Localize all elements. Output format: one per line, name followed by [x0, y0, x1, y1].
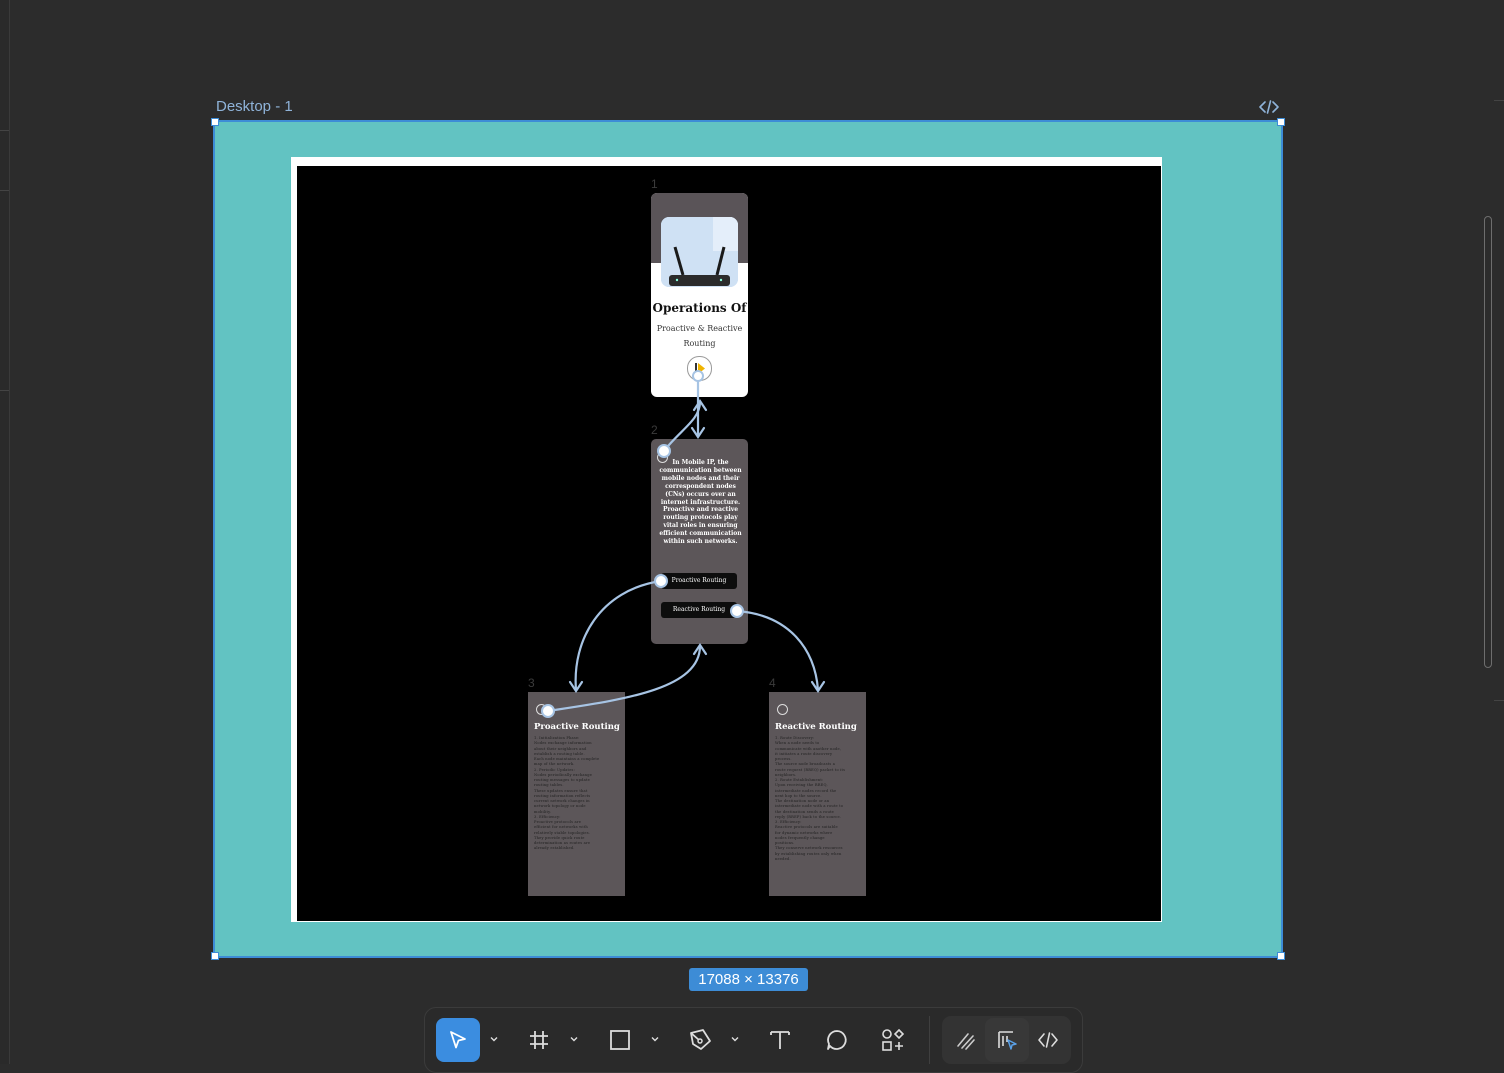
chevron-down-icon[interactable]	[569, 1034, 579, 1044]
frame-tool-button[interactable]	[517, 1018, 561, 1062]
text-tool-button[interactable]	[758, 1018, 802, 1062]
chevron-down-icon[interactable]	[730, 1034, 740, 1044]
comment-icon	[827, 1030, 847, 1050]
connection-node	[657, 444, 671, 458]
bottom-toolbar	[424, 1007, 1083, 1073]
connection-node	[541, 704, 555, 718]
comment-tool-button[interactable]	[815, 1018, 859, 1062]
connection-node	[730, 604, 744, 618]
connection-node	[654, 574, 668, 588]
pen-tool-button[interactable]	[678, 1018, 722, 1062]
connection-line	[574, 579, 663, 692]
chevron-down-icon[interactable]	[489, 1034, 499, 1044]
code-icon	[1038, 1032, 1058, 1048]
draw-icon	[957, 1033, 975, 1050]
design-mode-icon	[998, 1031, 1017, 1050]
mode-switcher	[942, 1016, 1071, 1064]
move-icon	[450, 1031, 466, 1049]
draw-mode-button[interactable]	[944, 1018, 988, 1062]
pen-icon	[690, 1029, 711, 1050]
design-mode-button[interactable]	[985, 1018, 1029, 1062]
connection-line	[546, 644, 702, 713]
connection-line	[735, 609, 820, 692]
actions-tool-button[interactable]	[871, 1018, 915, 1062]
shapes-icon	[882, 1028, 905, 1051]
rectangle-icon	[610, 1030, 630, 1050]
text-icon	[770, 1031, 790, 1049]
frame-icon	[530, 1031, 548, 1049]
prototype-connections	[541, 370, 826, 718]
dimension-badge: 17088 × 13376	[689, 968, 808, 991]
connection-node	[692, 370, 704, 382]
toolbar-divider	[929, 1016, 930, 1064]
move-tool-button[interactable]	[436, 1018, 480, 1062]
dev-mode-button[interactable]	[1026, 1018, 1070, 1062]
chevron-down-icon[interactable]	[650, 1034, 660, 1044]
rectangle-tool-button[interactable]	[598, 1018, 642, 1062]
